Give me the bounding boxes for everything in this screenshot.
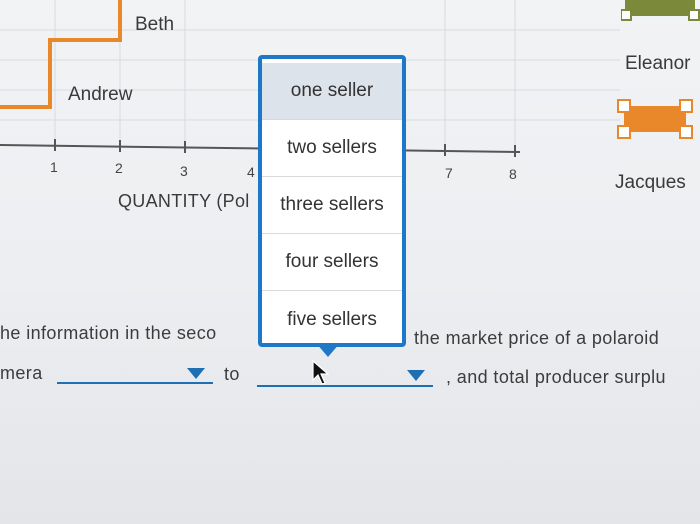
second-dropdown-field[interactable] <box>257 385 433 387</box>
dropdown-option-two-sellers[interactable]: two sellers <box>262 120 402 177</box>
question-text-line2-start: mera <box>0 363 43 383</box>
x-tick-label: 7 <box>445 165 453 181</box>
question-text-to: to <box>224 364 240 384</box>
eleanor-legend-icon[interactable] <box>621 0 700 22</box>
chevron-down-icon[interactable] <box>407 370 425 381</box>
question-text-line2-end: , and total producer surplu <box>446 367 666 387</box>
first-dropdown-field[interactable] <box>57 382 213 384</box>
x-tick-label: 8 <box>509 166 517 182</box>
x-tick-label: 4 <box>247 164 255 180</box>
dropdown-option-four-sellers[interactable]: four sellers <box>262 234 402 291</box>
chevron-down-icon[interactable] <box>187 368 205 379</box>
x-tick-label: 1 <box>50 159 58 175</box>
x-tick-label: 2 <box>115 160 123 176</box>
question-text-line1-right: the market price of a polaroid <box>414 328 660 348</box>
dropdown-option-three-sellers[interactable]: three sellers <box>262 177 402 234</box>
dropdown-option-five-sellers[interactable]: five sellers <box>262 291 402 343</box>
question-text-line1-left: he information in the seco <box>0 323 217 343</box>
seller-label-jacques: Jacques <box>615 172 686 193</box>
seller-count-dropdown-list[interactable]: one seller two sellers three sellers fou… <box>258 55 406 347</box>
dropdown-option-one-seller[interactable]: one seller <box>262 63 402 120</box>
jacques-legend-icon[interactable] <box>616 98 696 140</box>
mouse-cursor-icon <box>312 360 329 385</box>
seller-label-andrew: Andrew <box>68 84 133 105</box>
x-axis-title: QUANTITY (Pol <box>118 191 250 211</box>
seller-label-beth: Beth <box>135 14 175 35</box>
x-tick-label: 3 <box>180 163 188 179</box>
dropdown-pointer <box>316 343 340 357</box>
seller-label-eleanor: Eleanor <box>625 53 691 74</box>
